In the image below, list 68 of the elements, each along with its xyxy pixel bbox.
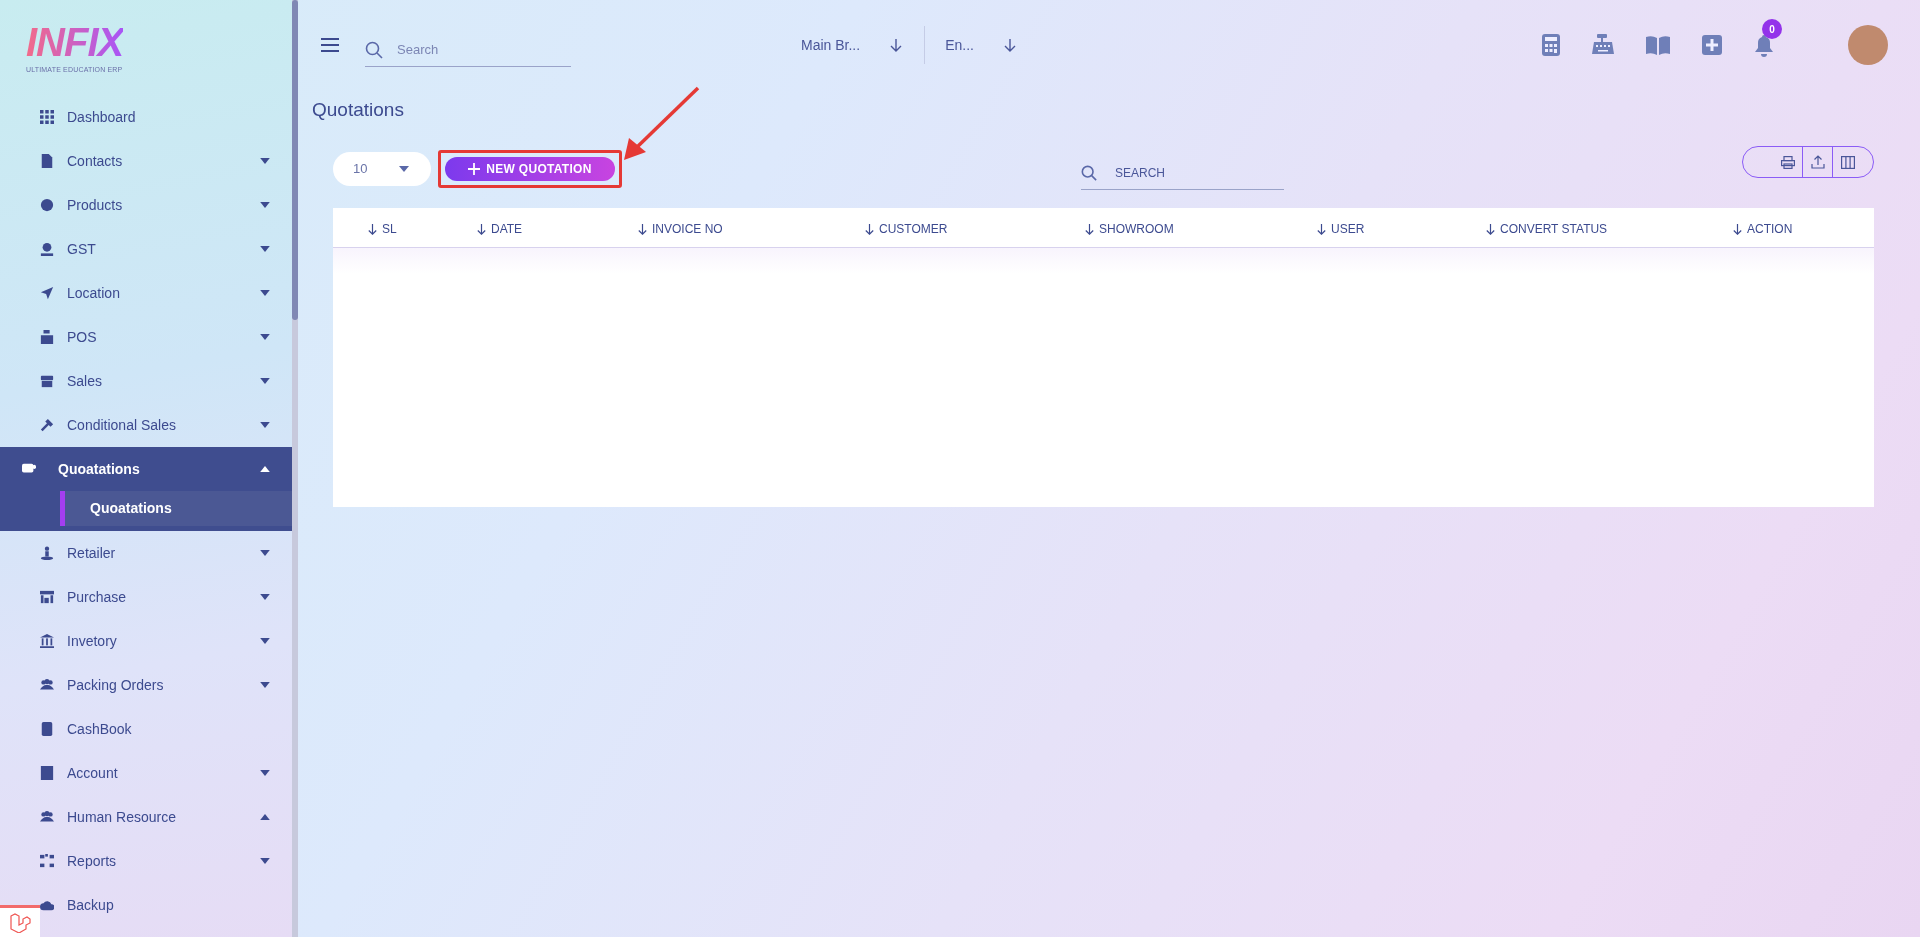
- sort-arrow-icon: [368, 223, 377, 235]
- cloud-icon: [40, 898, 54, 912]
- columns-icon: [1841, 155, 1855, 169]
- page-title: Quotations: [312, 98, 405, 122]
- search-icon: [1081, 164, 1097, 181]
- plus-square-icon[interactable]: [1702, 35, 1722, 55]
- sidebar-item[interactable]: CashBook: [40, 707, 294, 751]
- column-header[interactable]: INVOICE NO: [638, 220, 723, 238]
- page-size-select[interactable]: 10: [333, 152, 431, 186]
- sort-arrow-icon: [1733, 223, 1742, 235]
- person-icon: [40, 546, 54, 560]
- language-dropdown[interactable]: En...: [925, 34, 1016, 56]
- bell-icon[interactable]: [1754, 35, 1774, 57]
- branch-dropdown[interactable]: Main Br...: [801, 34, 925, 56]
- column-header[interactable]: CONVERT STATUS: [1486, 220, 1608, 238]
- sidebar-item[interactable]: Invetory: [40, 619, 294, 663]
- upload-icon: [1810, 155, 1825, 169]
- bank-icon: [40, 634, 54, 648]
- arrow-down-icon: [890, 38, 903, 52]
- column-header[interactable]: CUSTOMER: [865, 220, 948, 238]
- grid-icon: [40, 110, 54, 124]
- sidebar-item[interactable]: Quoatations: [0, 447, 294, 491]
- column-header[interactable]: ACTION: [1733, 220, 1793, 238]
- sort-arrow-icon: [865, 223, 874, 235]
- sidebar-item[interactable]: Account: [40, 751, 294, 795]
- sidebar-item[interactable]: POS: [40, 315, 294, 359]
- sort-arrow-icon: [1317, 223, 1326, 235]
- sidebar-item[interactable]: GST: [40, 227, 294, 271]
- mug-icon: [22, 462, 36, 476]
- menu-button[interactable]: [321, 35, 341, 55]
- sort-arrow-icon: [477, 223, 486, 235]
- users-icon: [40, 678, 54, 692]
- nodes-icon: [40, 854, 54, 868]
- notification-badge: 0: [1762, 19, 1782, 39]
- sort-arrow-icon: [1085, 223, 1094, 235]
- laravel-logo-icon: [0, 905, 40, 937]
- sidebar-item[interactable]: Contacts: [40, 139, 294, 183]
- sidebar-item[interactable]: Conditional Sales: [40, 403, 294, 447]
- column-header[interactable]: SHOWROOM: [1085, 220, 1174, 238]
- column-header[interactable]: DATE: [477, 220, 523, 238]
- caret-down-icon: [399, 166, 409, 172]
- plus-icon: [468, 163, 481, 175]
- navigation-arrow-icon: [40, 286, 54, 300]
- new-quotation-button[interactable]: NEW QUOTATION: [445, 157, 615, 181]
- arrow-down-icon: [1003, 38, 1016, 52]
- users-icon: [40, 810, 54, 824]
- sidebar-item[interactable]: Purchase: [40, 575, 294, 619]
- sidebar-subitem[interactable]: Quoatations: [60, 491, 294, 526]
- search-icon: [365, 40, 383, 59]
- gavel-icon: [40, 418, 54, 432]
- store-icon: [40, 374, 54, 388]
- avatar[interactable]: [1848, 25, 1888, 65]
- column-header[interactable]: SL: [368, 220, 397, 238]
- sidebar-item[interactable]: Sales: [40, 359, 294, 403]
- sort-arrow-icon: [1486, 223, 1495, 235]
- column-header[interactable]: USER: [1317, 220, 1365, 238]
- sidebar-item[interactable]: Dashboard: [40, 95, 294, 139]
- printer-icon: [1780, 155, 1795, 169]
- coin-icon: [40, 198, 54, 212]
- store-icon: [40, 590, 54, 604]
- sidebar-item[interactable]: Backup: [40, 883, 294, 927]
- sort-arrow-icon: [638, 223, 647, 235]
- table-search-field[interactable]: SEARCH: [1115, 163, 1265, 182]
- document-icon: [40, 154, 54, 168]
- sidebar-item[interactable]: Retailer: [40, 531, 294, 575]
- sidebar-item[interactable]: Products: [40, 183, 294, 227]
- search-field[interactable]: Search: [397, 39, 547, 60]
- sidebar-item[interactable]: Location: [40, 271, 294, 315]
